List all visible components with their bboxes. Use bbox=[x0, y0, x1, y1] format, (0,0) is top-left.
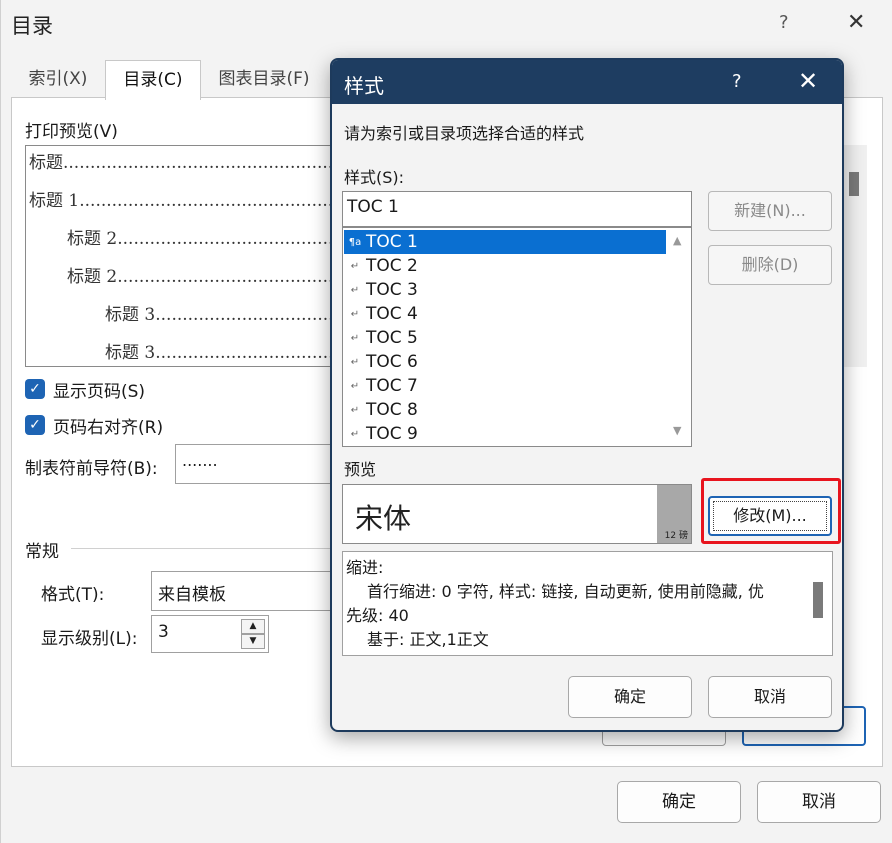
help-icon[interactable]: ? bbox=[779, 12, 789, 33]
tab-leader-label: 制表符前导符(B): bbox=[25, 459, 158, 479]
preview-line: 标题 3....................................… bbox=[105, 305, 344, 325]
style-list-item[interactable]: ↵ TOC 9 bbox=[344, 422, 666, 446]
style-list[interactable]: ¶a TOC 1 ↵ TOC 2 ↵ TOC 3 ↵ TOC 4 ↵ TOC 5 ↵ TOC… bbox=[342, 227, 692, 447]
right-align-checkbox[interactable]: ✓ 页码右对齐(R) bbox=[25, 413, 164, 438]
preview-line: 标题 2....................................… bbox=[67, 229, 344, 249]
style-list-item[interactable]: ↵ TOC 4 bbox=[344, 302, 666, 326]
toc-dialog-title: 目录 bbox=[11, 14, 53, 38]
preview-font-size: 12 磅 bbox=[664, 531, 688, 541]
paragraph-style-icon: ↵ bbox=[350, 308, 360, 320]
style-list-scrollbar[interactable]: ▲ ▼ bbox=[667, 228, 691, 446]
general-section-title: 常规 bbox=[25, 542, 59, 562]
help-icon[interactable]: ? bbox=[732, 71, 742, 92]
stepper-down-icon[interactable]: ▼ bbox=[241, 634, 265, 649]
levels-stepper[interactable]: 3 ▲ ▼ bbox=[151, 615, 269, 653]
style-dialog-titlebar: 样式 ? ✕ bbox=[332, 60, 842, 104]
preview-line: 标题 2....................................… bbox=[67, 267, 344, 287]
web-preview-scrollbar[interactable] bbox=[849, 172, 859, 196]
checkmark-icon: ✓ bbox=[25, 379, 45, 399]
style-dialog: 样式 ? ✕ 请为索引或目录项选择合适的样式 样式(S): TOC 1 ¶a TO… bbox=[330, 58, 844, 732]
style-description: 缩进: 首行缩进: 0 字符, 样式: 链接, 自动更新, 使用前隐藏, 优 先… bbox=[342, 551, 833, 656]
paragraph-style-icon: ↵ bbox=[350, 284, 360, 296]
style-list-item[interactable]: ↵ TOC 5 bbox=[344, 326, 666, 350]
levels-value: 3 bbox=[158, 622, 169, 642]
paragraph-style-icon: ↵ bbox=[350, 380, 360, 392]
preview-font-name: 宋体 bbox=[355, 502, 412, 535]
tab-figures[interactable]: 图表目录(F) bbox=[201, 60, 327, 98]
scroll-down-icon[interactable]: ▼ bbox=[673, 424, 681, 437]
print-preview-box: 标题......................................… bbox=[25, 145, 345, 367]
style-dialog-title: 样式 bbox=[344, 74, 384, 98]
description-line: 缩进: bbox=[346, 558, 384, 577]
section-divider bbox=[71, 548, 333, 549]
style-list-item[interactable]: ¶a TOC 1 bbox=[344, 230, 666, 254]
style-list-item[interactable]: ↵ TOC 2 bbox=[344, 254, 666, 278]
style-ok-button[interactable]: 确定 bbox=[568, 676, 692, 718]
preview-label: 预览 bbox=[344, 460, 377, 479]
toc-dialog-titlebar: 目录 ? ✕ bbox=[1, 0, 892, 50]
style-list-item[interactable]: ↵ TOC 8 bbox=[344, 398, 666, 422]
new-style-button[interactable]: 新建(N)... bbox=[708, 191, 832, 231]
close-icon[interactable]: ✕ bbox=[847, 10, 865, 35]
print-preview-label: 打印预览(V) bbox=[25, 122, 118, 142]
style-list-item[interactable]: ↵ TOC 6 bbox=[344, 350, 666, 374]
preview-line: 标题 1....................................… bbox=[29, 191, 344, 211]
style-type-icon: ¶a bbox=[348, 236, 362, 248]
paragraph-style-icon: ↵ bbox=[350, 260, 360, 272]
description-line: 基于: 正文,1正文 bbox=[367, 630, 489, 649]
paragraph-style-icon: ↵ bbox=[350, 332, 360, 344]
instruction-text: 请为索引或目录项选择合适的样式 bbox=[344, 124, 585, 143]
tab-toc[interactable]: 目录(C) bbox=[105, 60, 201, 100]
show-page-numbers-label: 显示页码(S) bbox=[53, 381, 146, 402]
paragraph-style-icon: ↵ bbox=[350, 428, 360, 440]
format-select[interactable]: 来自模板 bbox=[151, 571, 333, 611]
style-cancel-button[interactable]: 取消 bbox=[708, 676, 832, 718]
preview-line: 标题......................................… bbox=[29, 153, 344, 173]
description-line: 首行缩进: 0 字符, 样式: 链接, 自动更新, 使用前隐藏, 优 bbox=[367, 582, 764, 601]
show-page-numbers-checkbox[interactable]: ✓ 显示页码(S) bbox=[25, 377, 146, 402]
toc-ok-button[interactable]: 确定 bbox=[617, 781, 741, 823]
tab-leader-select[interactable]: ....... bbox=[175, 444, 335, 484]
description-line: 先级: 40 bbox=[346, 606, 409, 625]
scroll-up-icon[interactable]: ▲ bbox=[673, 234, 681, 247]
style-label: 样式(S): bbox=[344, 168, 405, 187]
delete-style-button[interactable]: 删除(D) bbox=[708, 245, 832, 285]
style-list-item[interactable]: ↵ TOC 7 bbox=[344, 374, 666, 398]
paragraph-style-icon: ↵ bbox=[350, 404, 360, 416]
format-label: 格式(T): bbox=[41, 585, 105, 605]
toc-cancel-button[interactable]: 取消 bbox=[757, 781, 881, 823]
style-list-item[interactable]: ↵ TOC 3 bbox=[344, 278, 666, 302]
stepper-up-icon[interactable]: ▲ bbox=[241, 619, 265, 634]
description-scrollbar[interactable] bbox=[813, 582, 823, 618]
preview-line: 标题 3....................................… bbox=[105, 343, 344, 363]
modify-button[interactable]: 修改(M)... bbox=[708, 496, 832, 536]
style-preview-box: 宋体 12 磅 bbox=[342, 484, 692, 544]
close-icon[interactable]: ✕ bbox=[798, 67, 818, 95]
checkmark-icon: ✓ bbox=[25, 415, 45, 435]
style-name-input[interactable]: TOC 1 bbox=[342, 191, 692, 227]
paragraph-style-icon: ↵ bbox=[350, 356, 360, 368]
levels-label: 显示级别(L): bbox=[41, 629, 138, 649]
focus-ring bbox=[713, 501, 827, 531]
tab-index[interactable]: 索引(X) bbox=[11, 60, 105, 98]
right-align-label: 页码右对齐(R) bbox=[53, 417, 164, 438]
